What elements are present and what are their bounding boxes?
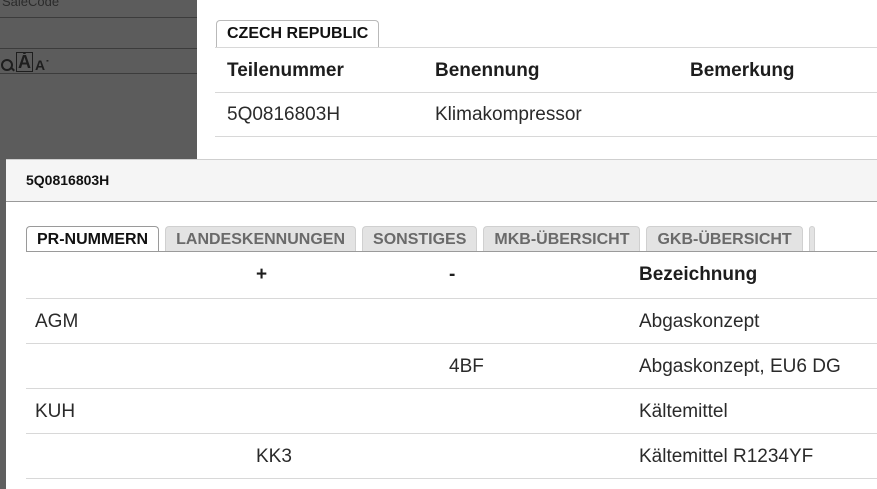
pr-description-cell: Abgaskonzept, EU6 DG bbox=[639, 356, 841, 377]
tab-mkb-uebersicht[interactable]: MKB-ÜBERSICHT bbox=[483, 226, 641, 251]
pr-minus-cell: 4BF bbox=[449, 356, 484, 377]
column-header-bemerkung: Bemerkung bbox=[690, 60, 795, 81]
table-header-row: + - Bezeichnung bbox=[26, 252, 877, 299]
font-tools: Ȧ A˙ bbox=[0, 52, 50, 72]
divider bbox=[215, 92, 877, 93]
divider bbox=[215, 47, 877, 48]
tab-country[interactable]: CZECH REPUBLIC bbox=[216, 20, 380, 47]
left-panel: SaleCode Ȧ A˙ bbox=[0, 0, 197, 160]
dialog-title: 5Q0816803H bbox=[26, 172, 110, 188]
pr-table: + - Bezeichnung AGM Abgaskonzept 4BF Abg… bbox=[26, 252, 877, 479]
divider bbox=[0, 17, 197, 18]
pr-plus-cell: KK3 bbox=[256, 446, 292, 467]
table-row[interactable]: KK3 Kältemittel R1234YF bbox=[26, 434, 877, 479]
part-panel: CZECH REPUBLIC Teilenummer Benennung Bem… bbox=[197, 0, 877, 160]
pr-description-cell: Kältemittel bbox=[639, 401, 728, 422]
zoom-icon[interactable] bbox=[0, 58, 14, 72]
divider bbox=[0, 48, 197, 49]
dialog-header[interactable]: 5Q0816803H bbox=[6, 160, 877, 202]
column-header-bezeichnung: Bezeichnung bbox=[639, 264, 758, 285]
pr-description-cell: Kältemittel R1234YF bbox=[639, 446, 814, 467]
pr-code-cell: KUH bbox=[35, 401, 76, 422]
salecode-label: SaleCode bbox=[2, 0, 60, 9]
tab-more[interactable] bbox=[808, 226, 815, 251]
tab-gkb-uebersicht[interactable]: GKB-ÜBERSICHT bbox=[646, 226, 803, 251]
table-row[interactable]: AGM Abgaskonzept bbox=[26, 299, 877, 344]
pr-code-cell: AGM bbox=[35, 311, 79, 332]
pr-description-cell: Abgaskonzept bbox=[639, 311, 760, 332]
table-row[interactable]: KUH Kältemittel bbox=[26, 389, 877, 434]
part-details-dialog: 5Q0816803H PR-NUMMERN LANDESKENNUNGEN SO… bbox=[6, 159, 877, 489]
tab-landeskennungen[interactable]: LANDESKENNUNGEN bbox=[165, 226, 357, 251]
font-decrease-icon[interactable]: A˙ bbox=[35, 58, 50, 72]
font-increase-icon[interactable]: Ȧ bbox=[16, 52, 33, 72]
tab-pr-nummern[interactable]: PR-NUMMERN bbox=[26, 226, 160, 251]
divider bbox=[215, 136, 877, 137]
column-header-minus: - bbox=[449, 264, 456, 285]
table-row[interactable]: 4BF Abgaskonzept, EU6 DG bbox=[26, 344, 877, 389]
dialog-tabs: PR-NUMMERN LANDESKENNUNGEN SONSTIGES MKB… bbox=[26, 226, 815, 251]
column-header-benennung: Benennung bbox=[435, 60, 540, 81]
column-header-teilenummer: Teilenummer bbox=[227, 60, 344, 81]
part-number-cell[interactable]: 5Q0816803H bbox=[227, 104, 340, 126]
part-name-cell: Klimakompressor bbox=[435, 104, 582, 125]
column-header-plus: + bbox=[256, 264, 268, 285]
tab-sonstiges[interactable]: SONSTIGES bbox=[362, 226, 478, 251]
divider bbox=[0, 73, 197, 74]
